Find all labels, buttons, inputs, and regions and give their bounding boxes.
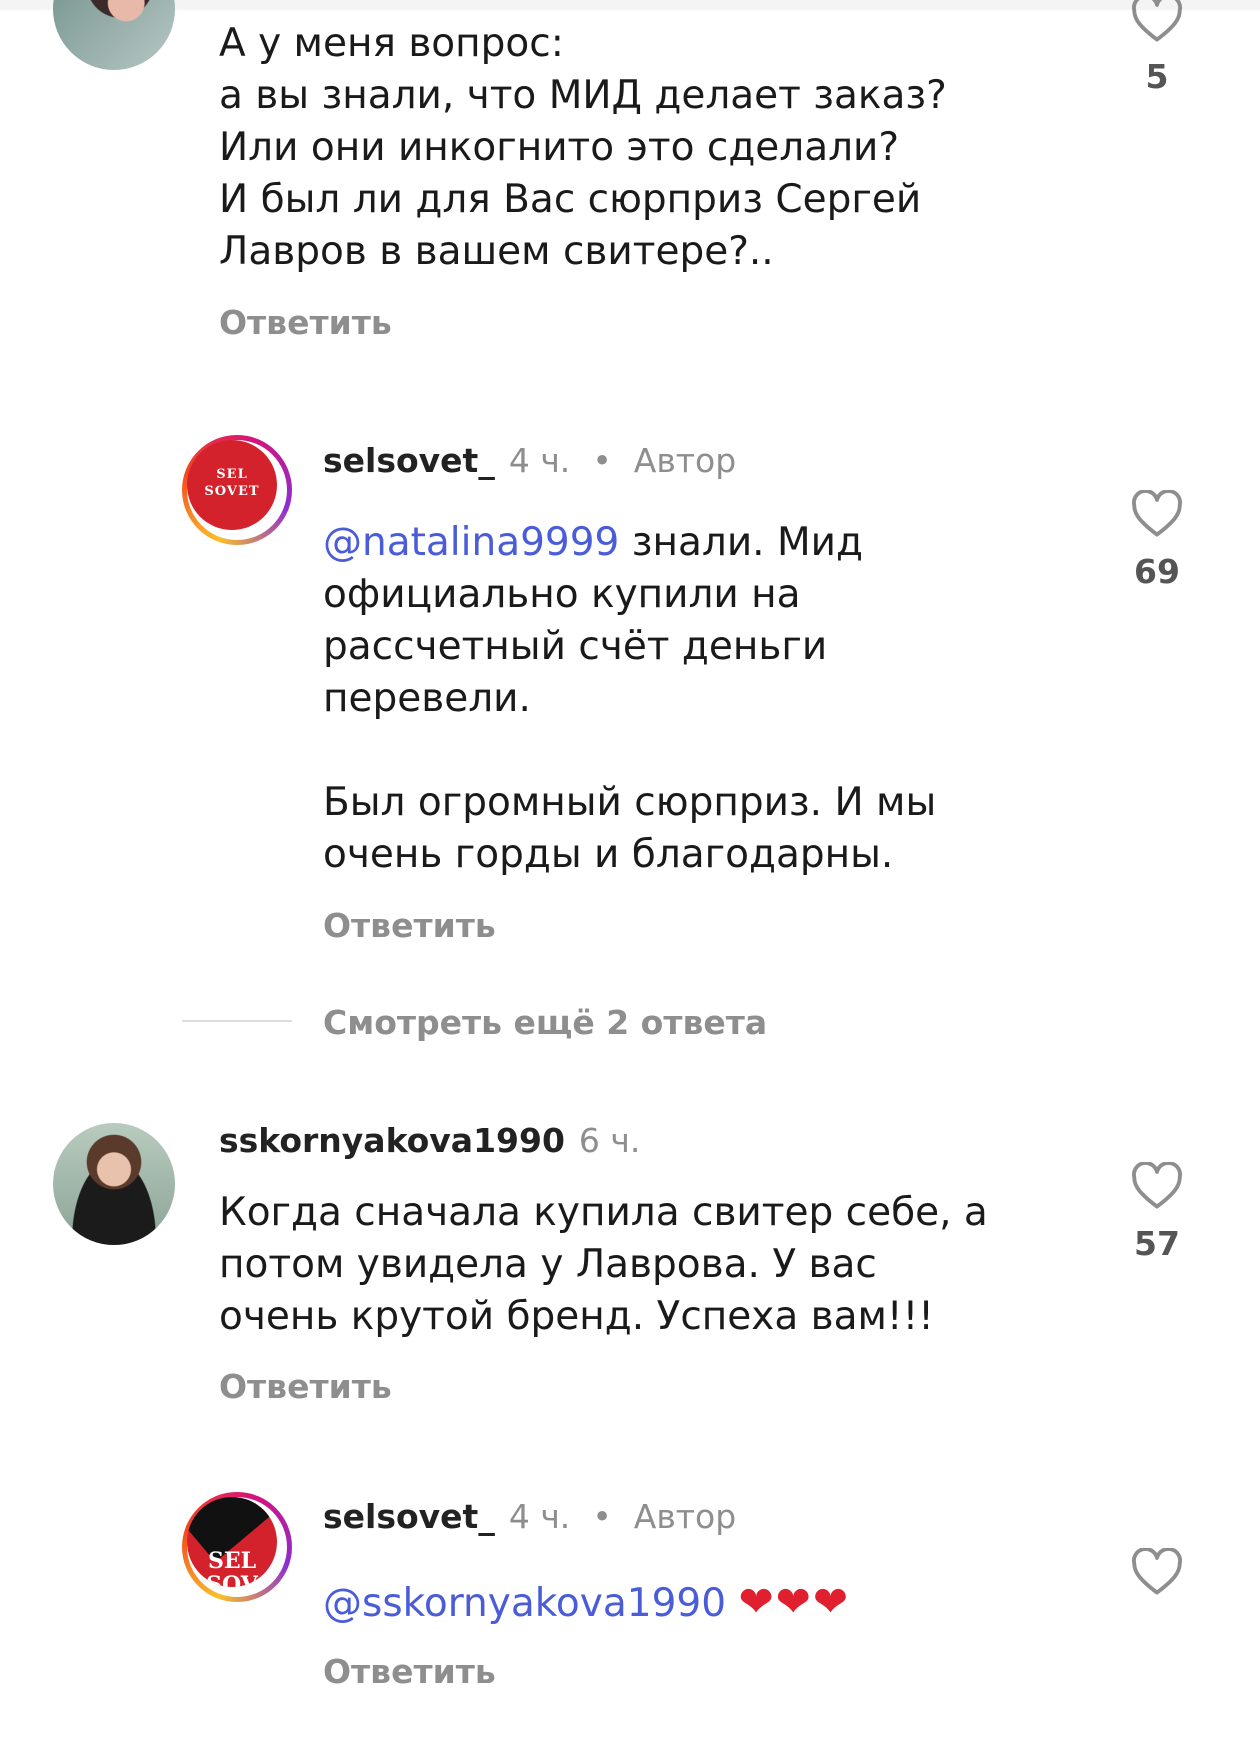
author-badge: Автор <box>633 441 737 480</box>
like-button[interactable] <box>1117 1548 1197 1596</box>
comment-meta: selsovet_ 4 ч. • Автор <box>323 441 736 481</box>
reply-button[interactable]: Ответить <box>219 303 392 342</box>
mention-username: sskornyakova1990 <box>362 1581 727 1626</box>
username[interactable]: selsovet_ <box>323 441 495 480</box>
comment-text: А у меня вопрос: а вы знали, что МИД дел… <box>219 21 947 274</box>
heart-emojis: ❤❤❤ <box>738 1577 851 1626</box>
separator-dot: • <box>592 441 612 480</box>
comment-text: Когда сначала купила свитер себе, а пото… <box>219 1190 988 1339</box>
timestamp: 4 ч. <box>508 1497 571 1536</box>
avatar[interactable]: SEL SOVET <box>182 435 292 545</box>
brand-logo: SEL SOV <box>187 1497 277 1587</box>
avatar[interactable] <box>53 0 175 70</box>
reply-button[interactable]: Ответить <box>323 1652 496 1691</box>
more-replies-line <box>182 1020 292 1022</box>
view-more-replies[interactable]: Смотреть ещё 2 ответа <box>323 1003 767 1042</box>
comment-meta: selsovet_ 4 ч. • Автор <box>323 1497 736 1537</box>
reply-button[interactable]: Ответить <box>323 906 496 945</box>
top-separator <box>0 0 1260 10</box>
threads-at-icon: @ <box>323 1581 362 1626</box>
like-button[interactable]: 5 <box>1117 0 1197 96</box>
author-badge: Автор <box>633 1497 737 1536</box>
brand-logo: SEL SOVET <box>187 440 277 530</box>
mention-link[interactable]: @natalina9999 <box>323 520 619 565</box>
comment-text: @sskornyakova1990 ❤❤❤ <box>323 1576 850 1630</box>
heart-outline-icon <box>1131 490 1183 537</box>
comment-meta: sskornyakova1990 6 ч. <box>219 1121 640 1161</box>
timestamp: 6 ч. <box>578 1121 641 1160</box>
mention-link[interactable]: @sskornyakova1990 <box>323 1581 726 1626</box>
comment-text: @natalina9999 знали. Мид официально купи… <box>323 517 936 881</box>
logo-text: SEL SOV <box>206 1548 258 1587</box>
threads-at-icon: @ <box>323 520 362 565</box>
username[interactable]: selsovet_ <box>323 1497 495 1536</box>
username[interactable]: sskornyakova1990 <box>219 1121 565 1160</box>
like-button[interactable]: 57 <box>1117 1162 1197 1263</box>
comment-body: знали. Мид официально купили на рассчетн… <box>323 520 937 877</box>
timestamp: 4 ч. <box>508 441 571 480</box>
reply-button[interactable]: Ответить <box>219 1367 392 1406</box>
logo-text: SEL SOVET <box>204 467 260 499</box>
like-count: 5 <box>1145 57 1169 96</box>
avatar[interactable] <box>53 1123 175 1245</box>
like-button[interactable]: 69 <box>1117 490 1197 591</box>
mention-username: natalina9999 <box>362 520 620 565</box>
avatar[interactable]: SEL SOV <box>182 1492 292 1602</box>
heart-outline-icon <box>1131 1162 1183 1209</box>
like-count: 69 <box>1134 552 1180 591</box>
separator-dot: • <box>592 1497 612 1536</box>
heart-outline-icon <box>1131 1548 1183 1595</box>
heart-outline-icon <box>1131 0 1183 42</box>
like-count: 57 <box>1134 1224 1180 1263</box>
